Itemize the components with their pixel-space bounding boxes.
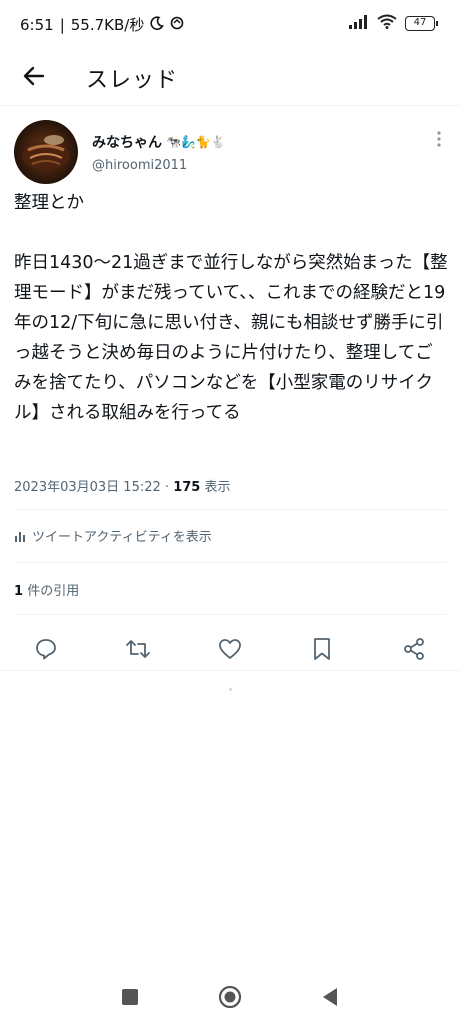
bookmark-button[interactable] xyxy=(309,636,335,662)
share-icon xyxy=(404,638,424,660)
like-button[interactable] xyxy=(217,636,243,662)
arrow-left-icon xyxy=(23,66,45,86)
reply-icon xyxy=(36,639,56,660)
status-right: 47 xyxy=(349,14,438,33)
signal-icon xyxy=(349,14,369,33)
tweet-activity-link[interactable]: ツイートアクティビティを表示 xyxy=(14,526,212,545)
status-left: 6:51 | 55.7KB/秒 xyxy=(20,14,184,35)
retweet-button[interactable] xyxy=(125,636,151,662)
divider xyxy=(0,670,461,671)
views-count: 175 xyxy=(173,480,201,495)
bookmark-icon xyxy=(314,638,330,660)
recent-apps-button[interactable] xyxy=(117,984,143,1010)
square-icon xyxy=(122,989,138,1005)
avatar[interactable] xyxy=(14,120,78,184)
analytics-icon xyxy=(15,531,25,542)
user-name[interactable]: みなちゃん 🐄🧞‍♂️🐈🐇 xyxy=(92,132,226,152)
tweet-meta: 2023年03月03日 15:22 · 175 表示 xyxy=(14,476,230,495)
quote-count: 1 xyxy=(14,584,24,599)
user-handle[interactable]: @hiroomi2011 xyxy=(92,158,187,173)
network-speed: 55.7KB/秒 xyxy=(70,16,145,34)
system-nav-bar xyxy=(0,970,461,1024)
reply-button[interactable] xyxy=(33,636,59,662)
wifi-icon xyxy=(377,14,397,33)
home-button[interactable] xyxy=(217,984,243,1010)
user-name-text: みなちゃん xyxy=(92,135,162,151)
quote-label: 件の引用 xyxy=(27,584,80,599)
more-vertical-icon xyxy=(437,131,441,147)
status-separator: | xyxy=(59,15,65,34)
home-circle-icon xyxy=(218,985,242,1009)
divider xyxy=(14,562,447,563)
moon-icon xyxy=(150,15,165,34)
heart-icon xyxy=(219,639,241,659)
quote-count-link[interactable]: 1 件の引用 xyxy=(14,580,79,599)
activity-label: ツイートアクティビティを表示 xyxy=(32,530,212,545)
back-button[interactable] xyxy=(18,60,50,92)
status-bar: 6:51 | 55.7KB/秒 47 xyxy=(0,0,461,50)
tweet-text: 整理とか 昨日1430〜21過ぎまで並行しながら突然始まった【整理モード】がまだ… xyxy=(14,193,448,423)
header: スレッド xyxy=(0,50,461,106)
user-emojis: 🐄🧞‍♂️🐈🐇 xyxy=(166,135,226,149)
battery-icon: 47 xyxy=(405,16,438,31)
triangle-back-icon xyxy=(323,988,337,1006)
tweet-actions xyxy=(0,624,461,674)
views-label: 表示 xyxy=(204,480,231,495)
share-button[interactable] xyxy=(401,636,427,662)
divider xyxy=(14,614,447,615)
page-title: スレッド xyxy=(86,68,179,93)
more-options-button[interactable] xyxy=(435,130,443,148)
divider xyxy=(14,509,447,510)
retweet-icon xyxy=(126,640,150,658)
status-time: 6:51 xyxy=(20,15,54,34)
back-nav-button[interactable] xyxy=(317,984,343,1010)
loading-dot xyxy=(229,688,232,691)
sync-icon xyxy=(170,16,184,34)
meta-separator: · xyxy=(164,480,170,495)
tweet-date[interactable]: 2023年03月03日 15:22 xyxy=(14,480,161,495)
